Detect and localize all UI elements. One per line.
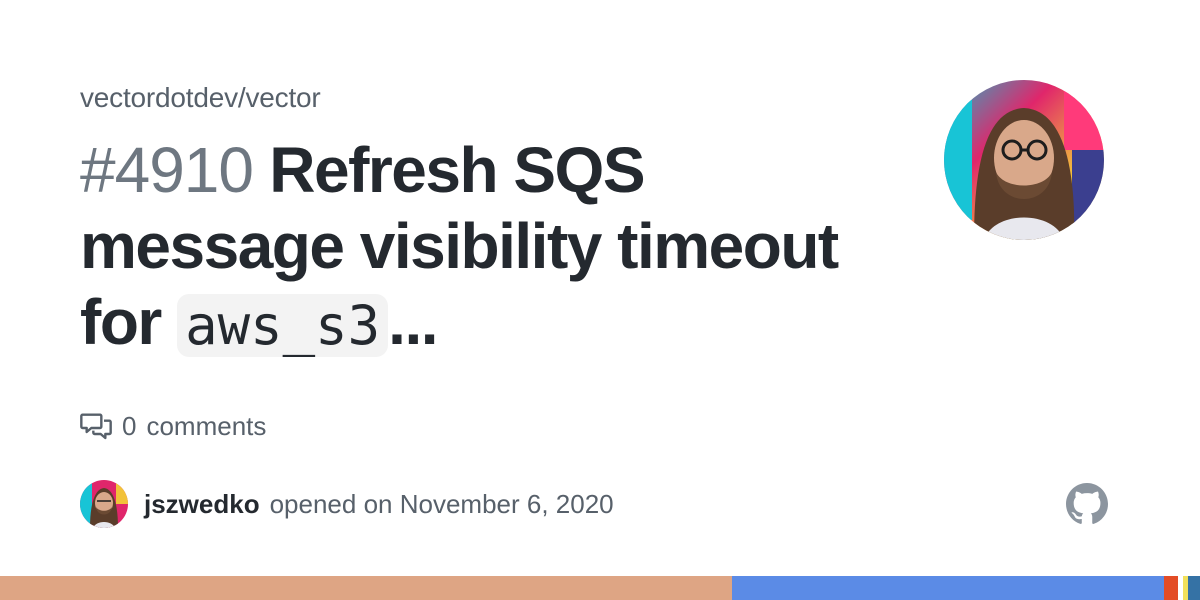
repo-name[interactable]: vectordotdev/vector	[80, 82, 321, 114]
language-bar-segment	[0, 576, 732, 600]
language-bar	[0, 576, 1200, 600]
issue-title-code: aws_s3	[177, 294, 389, 357]
opened-date: opened on November 6, 2020	[269, 488, 614, 519]
language-bar-segment	[1164, 576, 1179, 600]
issue-number: #4910	[80, 134, 254, 206]
comments-meta: 0 comments	[80, 410, 266, 442]
author-username[interactable]: jszwedko	[144, 489, 260, 520]
author-avatar[interactable]	[80, 480, 128, 528]
author-row: jszwedko opened on November 6, 2020	[80, 480, 614, 528]
language-bar-segment	[1188, 576, 1200, 600]
author-avatar-large	[944, 80, 1104, 240]
comments-count: 0	[122, 410, 137, 441]
issue-title-ellipsis: ...	[388, 286, 438, 358]
comment-discussion-icon	[80, 413, 112, 440]
github-mark-icon[interactable]	[1066, 483, 1108, 525]
language-bar-segment	[732, 576, 1164, 600]
comments-label: comments	[146, 410, 267, 441]
issue-title: #4910 Refresh SQS message visibility tim…	[80, 132, 840, 364]
